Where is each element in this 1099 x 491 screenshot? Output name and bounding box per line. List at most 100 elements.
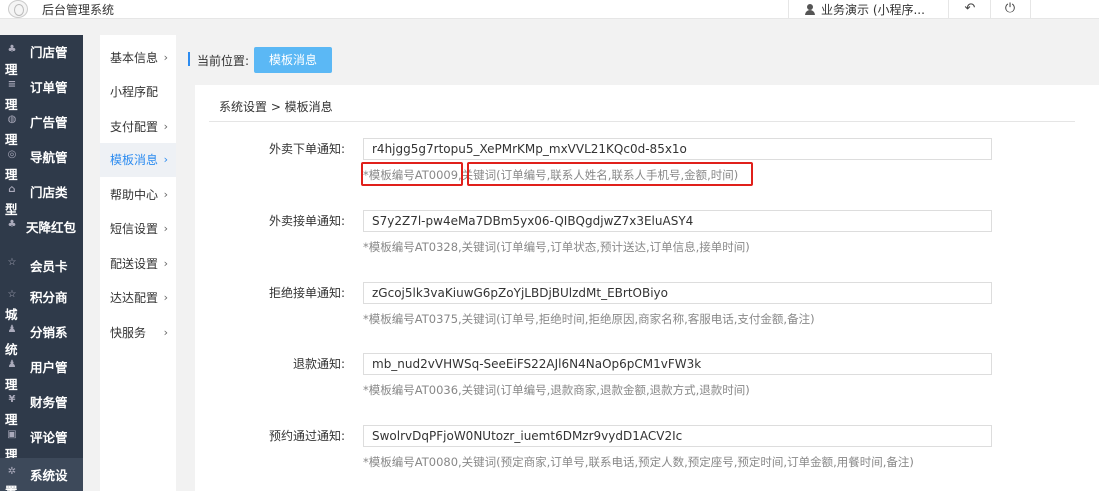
back-icon: ↶ xyxy=(964,1,976,16)
chevron-right-icon: › xyxy=(163,153,168,166)
subnav-item-miniprogram[interactable]: 小程序配 xyxy=(100,75,176,109)
main-nav-system-settings[interactable]: ✲ 系统设 置 xyxy=(0,458,83,491)
main-nav-points-mall[interactable]: ☆ 积分商 城 xyxy=(0,285,83,322)
template-hint: *模板编号AT0036,关键词(订单编号,退款商家,退款金额,退款方式,退款时间… xyxy=(363,383,750,397)
template-label: 外卖下单通知: xyxy=(268,142,345,156)
template-label: 外卖接单通知: xyxy=(268,214,345,228)
main-nav-label: 广告管 xyxy=(30,115,68,130)
current-location-button[interactable]: 模板消息 xyxy=(254,47,332,73)
divider xyxy=(1030,0,1031,19)
chevron-right-icon: › xyxy=(163,51,168,64)
subnav-label: 基本信息 xyxy=(110,51,159,65)
building-icon: ⌂ xyxy=(8,184,16,195)
main-nav-label: 积分商 xyxy=(30,290,68,305)
chevron-right-icon: › xyxy=(163,120,168,133)
subnav-item-template-msg[interactable]: 模板消息 › xyxy=(100,143,176,177)
main-nav-navigation[interactable]: ◎ 导航管 理 xyxy=(0,145,83,182)
user-icon xyxy=(805,4,815,15)
main-nav-red-packet[interactable]: ♣ 天降红包 xyxy=(0,215,83,249)
subnav-item-quick-service[interactable]: 快服务 › xyxy=(100,316,176,350)
star-icon: ☆ xyxy=(7,289,17,300)
main-nav-label: 财务管 xyxy=(30,395,68,410)
main-nav-label: 门店管 xyxy=(30,45,68,60)
users-icon: ♟ xyxy=(7,324,17,335)
user-name: 业务演示 (小程序... xyxy=(821,3,925,17)
template-id-input-refund[interactable] xyxy=(363,353,992,375)
highlight-box-keywords xyxy=(467,162,753,186)
main-nav-orders[interactable]: ≡ 订单管 理 xyxy=(0,75,83,112)
gift-icon: ♣ xyxy=(7,219,17,230)
highlight-box-template-number xyxy=(361,162,463,186)
back-button[interactable]: ↶ xyxy=(950,0,990,19)
main-nav-label: 订单管 xyxy=(30,80,68,95)
subnav-item-basic-info[interactable]: 基本信息 › xyxy=(100,41,176,75)
subnav-label: 配送设置 xyxy=(110,257,159,271)
template-id-input-order-placed[interactable] xyxy=(363,138,992,160)
main-nav-label-wrap: 置 xyxy=(5,481,18,491)
subnav-label: 快服务 xyxy=(110,326,147,340)
power-icon: ⏻ xyxy=(1004,1,1016,16)
subnav-label: 支付配置 xyxy=(110,120,159,134)
main-nav-users[interactable]: ♟ 用户管 理 xyxy=(0,355,83,392)
subnav-item-payment[interactable]: 支付配置 › xyxy=(100,110,176,144)
template-label: 拒绝接单通知: xyxy=(268,286,345,300)
location-marker xyxy=(188,52,190,66)
template-hint: *模板编号AT0375,关键词(订单号,拒绝时间,拒绝原因,商家名称,客服电话,… xyxy=(363,312,815,326)
chevron-right-icon: › xyxy=(163,326,168,339)
yen-icon: ¥ xyxy=(8,394,16,405)
main-nav-label: 分销系 xyxy=(30,325,68,340)
logo-icon xyxy=(8,0,28,18)
main-nav-label: 用户管 xyxy=(30,360,68,375)
main-nav-store[interactable]: ♣ 门店管 理 xyxy=(0,40,83,77)
content-panel: 系统设置 > 模板消息 外卖下单通知: *模板编号AT0009,关键词(订单编号… xyxy=(195,85,1099,491)
template-id-input-reservation[interactable] xyxy=(363,425,992,447)
subnav-label: 模板消息 xyxy=(110,153,159,167)
logout-button[interactable]: ⏻ xyxy=(990,0,1030,19)
list-icon: ≡ xyxy=(7,79,17,90)
template-hint: *模板编号AT0328,关键词(订单编号,订单状态,预计送达,订单信息,接单时间… xyxy=(363,240,750,254)
user-icon: ♟ xyxy=(7,359,17,370)
main-nav-label: 门店类 xyxy=(30,185,68,200)
subnav-item-delivery[interactable]: 配送设置 › xyxy=(100,247,176,281)
divider xyxy=(209,121,1075,122)
chevron-right-icon: › xyxy=(163,222,168,235)
chevron-right-icon: › xyxy=(163,291,168,304)
main-nav-store-type[interactable]: ⌂ 门店类 型 xyxy=(0,180,83,217)
subnav-label: 小程序配 xyxy=(110,85,159,99)
main-nav-member-card[interactable]: ☆ 会员卡 xyxy=(0,250,83,284)
main-nav-finance[interactable]: ¥ 财务管 理 xyxy=(0,390,83,427)
divider xyxy=(948,0,949,19)
subnav-item-dada[interactable]: 达达配置 › xyxy=(100,281,176,315)
subnav-label: 帮助中心 xyxy=(110,188,159,202)
compass-icon: ◎ xyxy=(7,149,17,160)
breadcrumb: 系统设置 > 模板消息 xyxy=(219,100,333,114)
subnav-label: 达达配置 xyxy=(110,291,159,305)
gear-icon: ✲ xyxy=(7,466,17,477)
top-bar: 后台管理系统 业务演示 (小程序... ↶ ⏻ xyxy=(0,0,1099,19)
main-nav-ads[interactable]: ◍ 广告管 理 xyxy=(0,110,83,147)
template-hint: *模板编号AT0080,关键词(预定商家,订单号,联系电话,预定人数,预定座号,… xyxy=(363,455,914,469)
user-menu[interactable]: 业务演示 (小程序... xyxy=(805,1,925,18)
app-title: 后台管理系统 xyxy=(42,3,115,17)
main-nav-label: 导航管 xyxy=(30,150,68,165)
sub-sidebar: 基本信息 › 小程序配 支付配置 › 模板消息 › 帮助中心 › 短信设置 › 配送设置 ›… xyxy=(100,35,176,491)
ad-icon: ◍ xyxy=(7,114,17,125)
subnav-item-help[interactable]: 帮助中心 › xyxy=(100,178,176,212)
main-nav-label: 天降红包 xyxy=(26,220,77,235)
subnav-item-sms[interactable]: 短信设置 › xyxy=(100,212,176,246)
main-sidebar: ♣ 门店管 理 ≡ 订单管 理 ◍ 广告管 理 ◎ 导航管 理 ⌂ 门店类 型 … xyxy=(0,35,83,491)
template-id-input-order-accepted[interactable] xyxy=(363,210,992,232)
location-label: 当前位置: xyxy=(197,54,250,68)
main-nav-label: 评论管 xyxy=(30,430,68,445)
shop-icon: ♣ xyxy=(7,44,17,55)
main-nav-label: 系统设 xyxy=(30,468,68,483)
template-label: 预约通过通知: xyxy=(268,429,345,443)
comment-icon: ▣ xyxy=(7,429,17,440)
main-nav-distribution[interactable]: ♟ 分销系 统 xyxy=(0,320,83,357)
template-id-input-order-rejected[interactable] xyxy=(363,282,992,304)
subnav-label: 短信设置 xyxy=(110,222,159,236)
main-nav-comments[interactable]: ▣ 评论管 理 xyxy=(0,425,83,462)
template-label: 退款通知: xyxy=(292,357,345,371)
divider xyxy=(788,0,789,19)
chevron-right-icon: › xyxy=(163,188,168,201)
